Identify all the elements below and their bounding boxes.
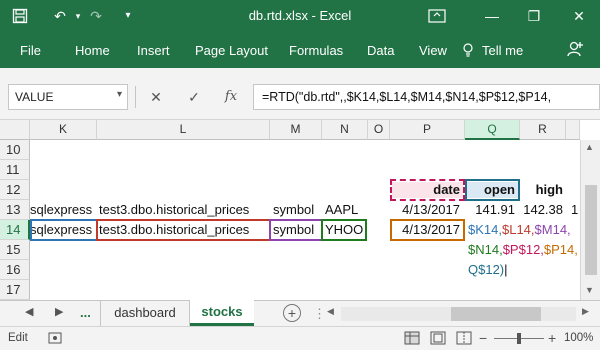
ref-highlight-p14	[390, 219, 465, 241]
hscroll-right-icon[interactable]: ▶	[582, 306, 589, 317]
splitter-icon[interactable]: ⋮	[313, 306, 326, 322]
hscroll-left-icon[interactable]: ◀	[327, 306, 334, 317]
column-header-r[interactable]: R	[520, 120, 566, 140]
edit-line-2[interactable]: $N14,$P$12,$P14,	[468, 241, 578, 259]
column-header-o[interactable]: O	[368, 120, 390, 140]
scroll-thumb[interactable]	[585, 185, 597, 275]
share-icon[interactable]	[566, 40, 584, 61]
row-header-12[interactable]: 12	[0, 180, 30, 200]
enter-icon[interactable]: ✓	[182, 84, 206, 110]
zoom-out-button[interactable]: −	[479, 330, 487, 346]
scroll-down-icon[interactable]: ▼	[585, 285, 594, 295]
scroll-sheets-right-icon[interactable]: ▶	[55, 305, 63, 318]
row-header-15[interactable]: 15	[0, 240, 30, 260]
zoom-level[interactable]: 100%	[564, 332, 593, 344]
formula-area: VALUE ▾ ✕ ✓ fx =RTD("db.rtd",,$K14,$L14,…	[0, 68, 600, 120]
edit-line-3[interactable]: Q$12)|	[468, 261, 508, 279]
cell-n13[interactable]: AAPL	[325, 201, 358, 219]
row-header-16[interactable]: 16	[0, 260, 30, 280]
cancel-icon[interactable]: ✕	[144, 84, 168, 110]
column-header-p[interactable]: P	[390, 120, 465, 140]
add-sheet-button[interactable]: +	[283, 304, 301, 322]
column-header-q[interactable]: Q	[465, 120, 520, 140]
name-box[interactable]: VALUE ▾	[8, 84, 128, 110]
tell-me-search[interactable]: Tell me	[482, 43, 523, 58]
ref-highlight-m14	[269, 219, 323, 241]
column-header-n[interactable]: N	[322, 120, 368, 140]
text-cursor: |	[504, 262, 508, 277]
edit-line-1[interactable]: $K14,$L14,$M14,	[468, 221, 571, 239]
row-header-14[interactable]: 14	[0, 220, 30, 240]
close-icon[interactable]: ✕	[565, 4, 593, 28]
cell-p13[interactable]: 4/13/2017	[392, 201, 463, 219]
tab-view[interactable]: View	[419, 43, 447, 58]
ref-highlight-n14	[321, 219, 367, 241]
window-title: db.rtd.xlsx - Excel	[248, 8, 352, 23]
column-header-l[interactable]: L	[97, 120, 270, 140]
tab-data[interactable]: Data	[367, 43, 394, 58]
column-header-m[interactable]: M	[270, 120, 322, 140]
row-header-13[interactable]: 13	[0, 200, 30, 220]
select-all-corner[interactable]	[0, 120, 30, 140]
name-box-value: VALUE	[15, 90, 54, 104]
cell-q13[interactable]: 141.91	[467, 201, 518, 219]
ref-highlight-k14	[30, 219, 98, 241]
zoom-slider[interactable]	[494, 333, 544, 344]
scroll-sheets-left-icon[interactable]: ◀	[25, 305, 33, 318]
ref-n14-text: $N14,	[468, 242, 503, 257]
cell-s13-partial: 1	[571, 202, 579, 217]
zoom-in-button[interactable]: +	[548, 330, 556, 346]
vertical-scrollbar[interactable]: ▲ ▼	[580, 140, 600, 300]
ref-p14-text: $P14,	[543, 242, 578, 257]
maximize-icon[interactable]: ❐	[520, 4, 548, 28]
zoom-slider-handle[interactable]	[517, 333, 521, 344]
ref-m14-text: $M14,	[534, 222, 571, 237]
row-header-17[interactable]: 17	[0, 280, 30, 300]
ref-highlight-p12	[390, 179, 465, 201]
cell-m13[interactable]: symbol	[273, 201, 314, 219]
cell-k13[interactable]: sqlexpress	[30, 201, 92, 219]
normal-view-icon[interactable]	[404, 331, 420, 348]
lightbulb-icon[interactable]	[462, 43, 474, 60]
page-layout-view-icon[interactable]	[430, 331, 446, 348]
minimize-icon[interactable]: —	[478, 4, 506, 28]
ref-k14-text: $K14,	[468, 222, 502, 237]
ribbon-display-icon[interactable]	[423, 4, 451, 28]
scroll-up-icon[interactable]: ▲	[585, 142, 594, 152]
divider	[135, 86, 136, 108]
cell-l13[interactable]: test3.dbo.historical_prices	[99, 201, 249, 219]
tab-insert[interactable]: Insert	[137, 43, 170, 58]
sheet-tab-bar: ◀ ▶ ... dashboard stocks + ⋮ ◀ ▶	[0, 300, 600, 326]
column-header-k[interactable]: K	[30, 120, 97, 140]
row-header-11[interactable]: 11	[0, 160, 30, 180]
tab-formulas[interactable]: Formulas	[289, 43, 343, 58]
chevron-down-icon[interactable]: ▾	[117, 89, 122, 100]
horizontal-scrollbar[interactable]	[341, 307, 576, 321]
sheet-tab-stocks[interactable]: stocks	[190, 300, 254, 326]
title-bar: ↶ ▾ ↷ ▾ db.rtd.xlsx - Excel — ❐ ✕	[0, 0, 600, 34]
insert-function-icon[interactable]: fx	[219, 84, 243, 110]
column-header-partial[interactable]	[566, 120, 580, 140]
row-header-10[interactable]: 10	[0, 140, 30, 160]
ref-q12-text: Q$12)	[468, 262, 505, 277]
ribbon: File Home Insert Page Layout Formulas Da…	[0, 34, 600, 68]
ref-highlight-q12	[465, 179, 520, 201]
tab-page-layout[interactable]: Page Layout	[195, 43, 268, 58]
status-mode: Edit	[8, 332, 28, 344]
macro-record-icon[interactable]	[48, 331, 62, 348]
page-break-view-icon[interactable]	[456, 331, 472, 348]
ref-highlight-l14	[96, 219, 271, 241]
cell-r12[interactable]: high	[520, 181, 566, 199]
sheet-tab-dashboard[interactable]: dashboard	[100, 301, 190, 326]
hscroll-thumb[interactable]	[451, 307, 541, 321]
cell-r13[interactable]: 142.38	[520, 201, 566, 219]
more-sheets-ellipsis[interactable]: ...	[80, 305, 91, 320]
tab-home[interactable]: Home	[75, 43, 110, 58]
tab-file[interactable]: File	[20, 43, 41, 58]
status-bar: Edit − + 100%	[0, 326, 600, 350]
ref-p12-text: $P$12,	[502, 242, 544, 257]
formula-input[interactable]: =RTD("db.rtd",,$K14,$L14,$M14,$N14,$P$12…	[253, 84, 600, 110]
ref-l14-text: $L14,	[501, 222, 535, 237]
